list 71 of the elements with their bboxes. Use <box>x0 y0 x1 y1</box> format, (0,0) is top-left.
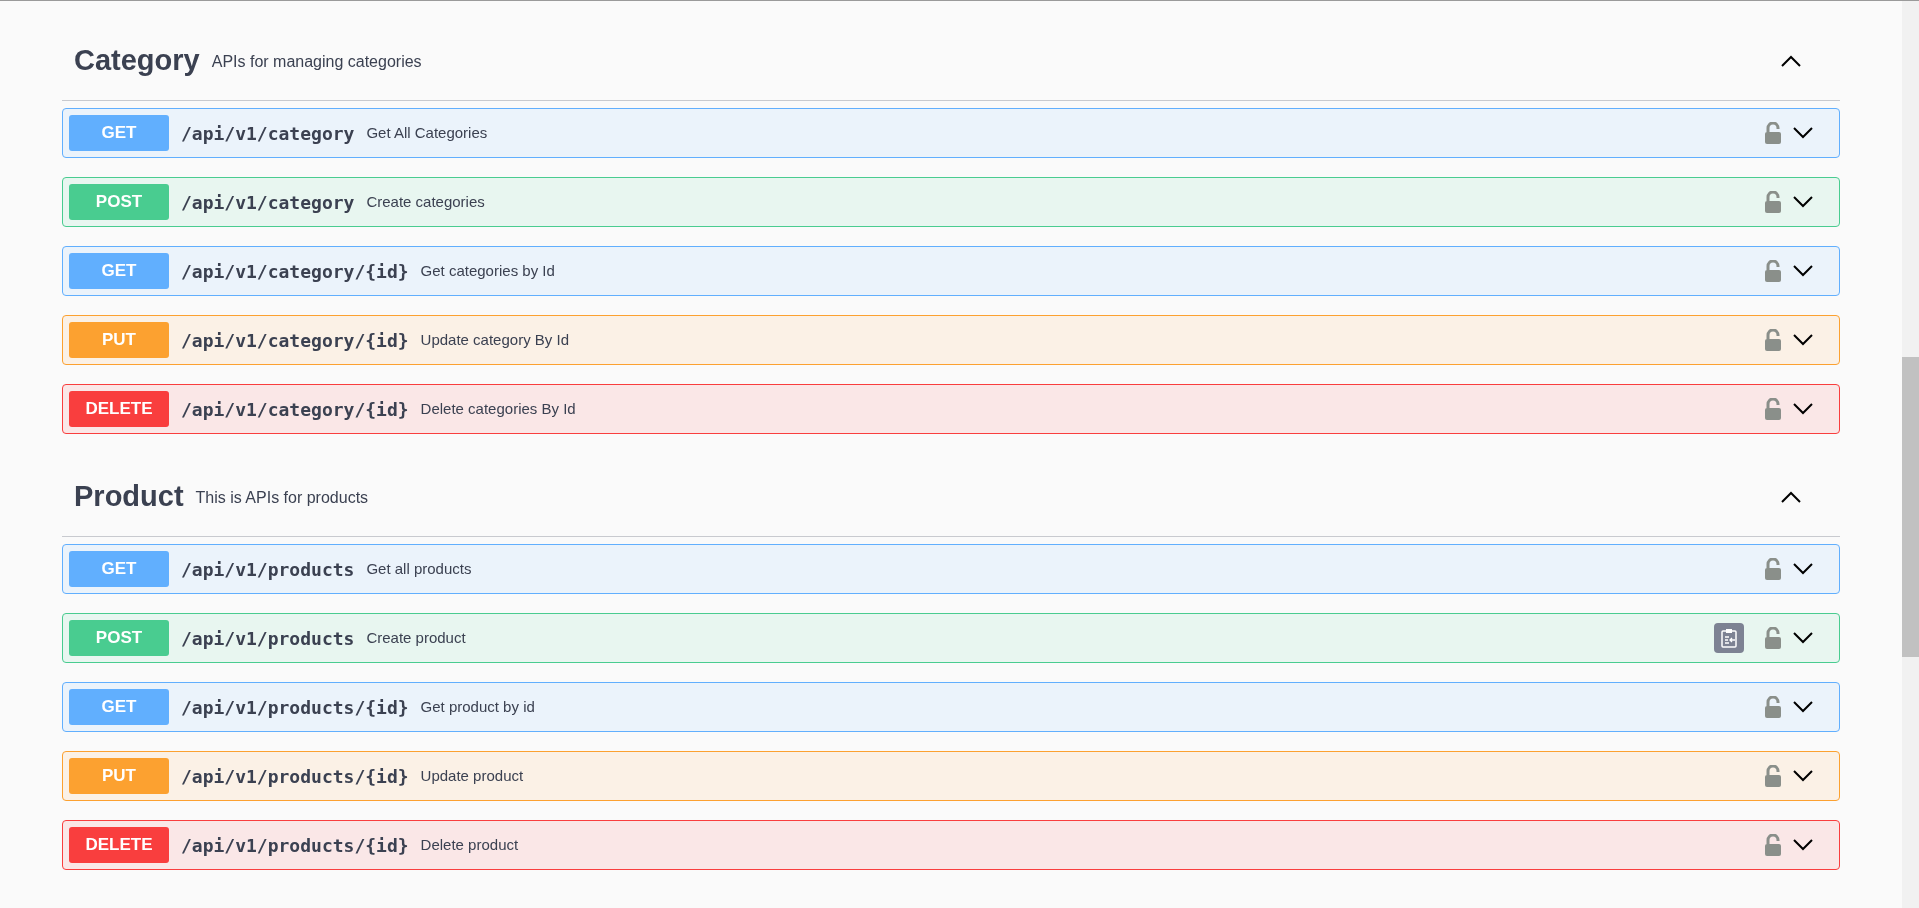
endpoint-path: /api/v1/products/{id} <box>181 764 409 789</box>
chevron-down-icon[interactable] <box>1792 126 1814 140</box>
endpoint-row[interactable]: POST /api/v1/category Create categories <box>62 177 1840 227</box>
endpoint-path: /api/v1/category <box>181 121 355 146</box>
section-header[interactable]: Product This is APIs for products <box>62 457 1840 537</box>
chevron-down-icon[interactable] <box>1792 700 1814 714</box>
method-badge: PUT <box>69 322 169 358</box>
endpoint-row[interactable]: DELETE /api/v1/products/{id} Delete product <box>62 820 1840 870</box>
endpoint-path: /api/v1/category <box>181 190 355 215</box>
endpoint-row[interactable]: PUT /api/v1/products/{id} Update product <box>62 751 1840 801</box>
chevron-up-icon[interactable] <box>1780 489 1802 504</box>
endpoint-path: /api/v1/products <box>181 557 355 582</box>
method-badge: GET <box>69 551 169 587</box>
endpoint-summary: Create product <box>366 627 466 648</box>
scrollbar-thumb[interactable] <box>1902 357 1919 657</box>
chevron-down-icon[interactable] <box>1792 402 1814 416</box>
endpoint-summary: Update product <box>420 765 524 786</box>
chevron-down-icon[interactable] <box>1792 195 1814 209</box>
endpoint-row[interactable]: DELETE /api/v1/category/{id} Delete categories By Id <box>62 384 1840 434</box>
method-badge: POST <box>69 620 169 656</box>
chevron-down-icon[interactable] <box>1792 264 1814 278</box>
clipboard-icon <box>1721 628 1737 648</box>
endpoint-path: /api/v1/category/{id} <box>181 328 409 353</box>
lock-icon[interactable] <box>1764 398 1782 420</box>
lock-icon[interactable] <box>1764 122 1782 144</box>
section-title: Category <box>74 42 200 78</box>
endpoint-summary: Get all products <box>366 558 472 579</box>
endpoint-row[interactable]: GET /api/v1/products Get all products <box>62 544 1840 594</box>
section-header[interactable]: Category APIs for managing categories <box>62 21 1840 101</box>
lock-icon[interactable] <box>1764 627 1782 649</box>
section-description: APIs for managing categories <box>211 51 422 72</box>
endpoint-path: /api/v1/products <box>181 626 355 651</box>
method-badge: GET <box>69 689 169 725</box>
section-title: Product <box>74 478 184 514</box>
endpoint-path: /api/v1/products/{id} <box>181 833 409 858</box>
endpoint-row[interactable]: GET /api/v1/category Get All Categories <box>62 108 1840 158</box>
chevron-down-icon[interactable] <box>1792 631 1814 645</box>
method-badge: DELETE <box>69 391 169 427</box>
endpoint-summary: Create categories <box>366 191 485 212</box>
chevron-down-icon[interactable] <box>1792 769 1814 783</box>
lock-icon[interactable] <box>1764 260 1782 282</box>
endpoint-summary: Delete product <box>420 834 519 855</box>
chevron-down-icon[interactable] <box>1792 562 1814 576</box>
endpoint-summary: Get product by id <box>420 696 535 717</box>
copy-button[interactable] <box>1714 623 1744 653</box>
lock-icon[interactable] <box>1764 329 1782 351</box>
lock-icon[interactable] <box>1764 834 1782 856</box>
method-badge: GET <box>69 253 169 289</box>
endpoint-summary: Update category By Id <box>420 329 569 350</box>
method-badge: DELETE <box>69 827 169 863</box>
chevron-down-icon[interactable] <box>1792 333 1814 347</box>
method-badge: POST <box>69 184 169 220</box>
endpoint-row[interactable]: PUT /api/v1/category/{id} Update category By Id <box>62 315 1840 365</box>
chevron-up-icon[interactable] <box>1780 53 1802 68</box>
endpoint-row[interactable]: GET /api/v1/products/{id} Get product by id <box>62 682 1840 732</box>
chevron-down-icon[interactable] <box>1792 838 1814 852</box>
section-description: This is APIs for products <box>195 487 369 508</box>
lock-icon[interactable] <box>1764 696 1782 718</box>
endpoint-row[interactable]: POST /api/v1/products Create product <box>62 613 1840 663</box>
endpoint-path: /api/v1/category/{id} <box>181 397 409 422</box>
endpoint-row[interactable]: GET /api/v1/category/{id} Get categories by Id <box>62 246 1840 296</box>
endpoint-path: /api/v1/category/{id} <box>181 259 409 284</box>
lock-icon[interactable] <box>1764 558 1782 580</box>
endpoint-path: /api/v1/products/{id} <box>181 695 409 720</box>
endpoint-summary: Get categories by Id <box>420 260 555 281</box>
method-badge: GET <box>69 115 169 151</box>
lock-icon[interactable] <box>1764 765 1782 787</box>
lock-icon[interactable] <box>1764 191 1782 213</box>
endpoint-summary: Delete categories By Id <box>420 398 576 419</box>
endpoint-summary: Get All Categories <box>366 122 488 143</box>
method-badge: PUT <box>69 758 169 794</box>
